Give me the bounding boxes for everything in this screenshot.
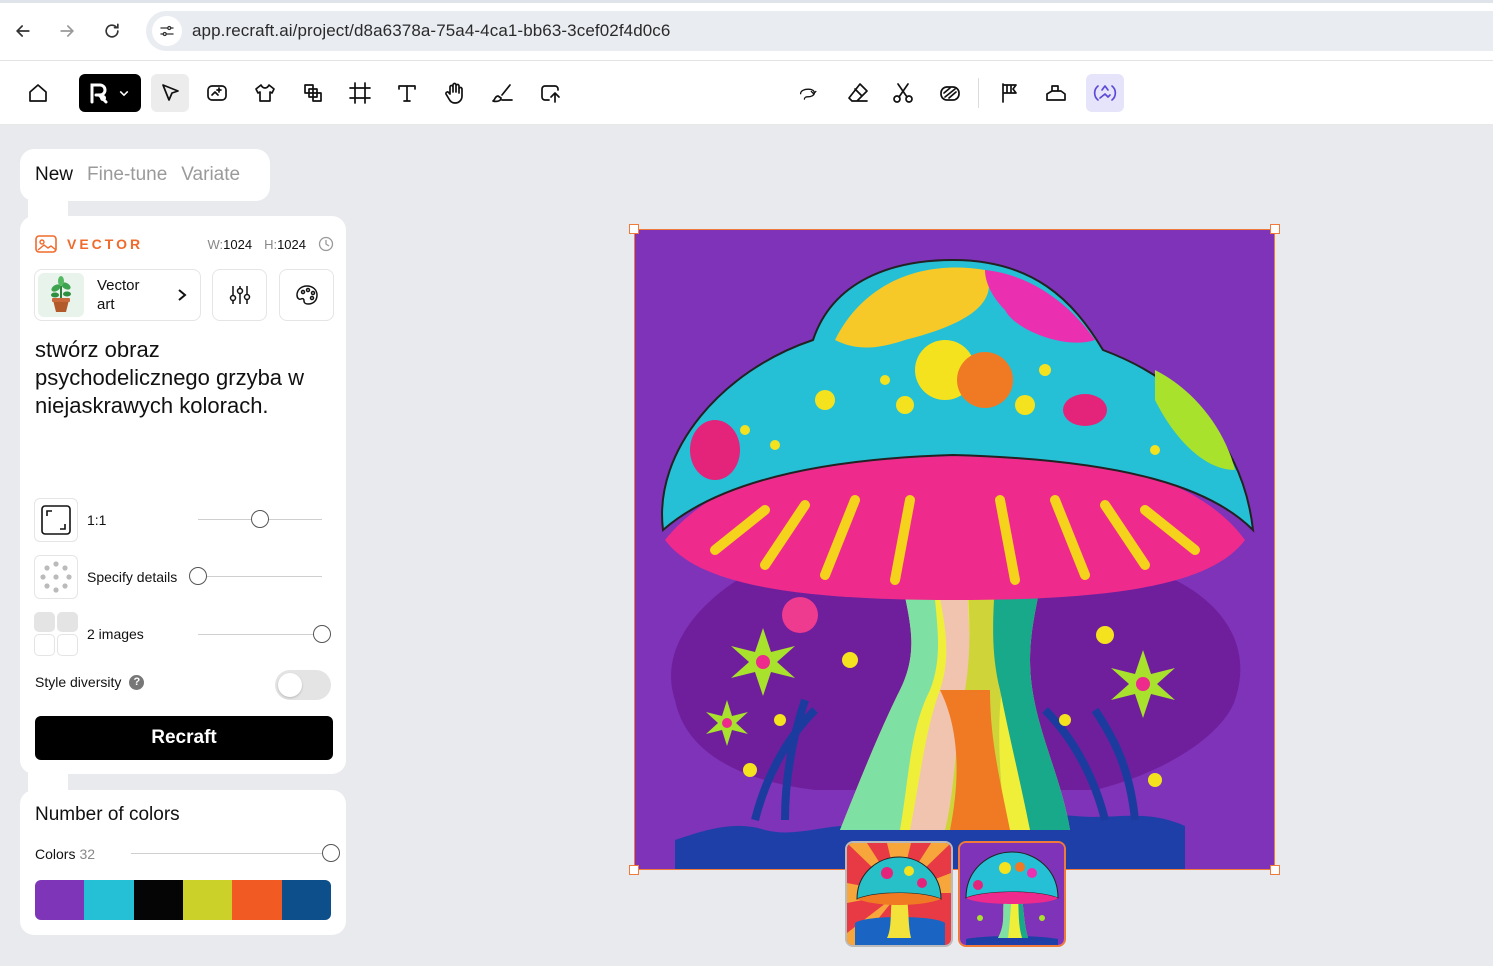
variant-thumbnail-1[interactable] — [845, 841, 953, 947]
aspect-ratio-icon[interactable] — [34, 498, 78, 542]
text-icon[interactable] — [388, 74, 426, 112]
logo-icon — [90, 83, 108, 104]
ai-edit-icon[interactable] — [1086, 74, 1124, 112]
images-grid-icon[interactable] — [34, 612, 78, 656]
style-diversity-row: Style diversity ? — [35, 674, 145, 690]
vector-type-icon[interactable] — [34, 233, 58, 255]
colors-knob[interactable] — [322, 844, 340, 862]
select-icon[interactable] — [151, 74, 189, 112]
image-icon[interactable] — [198, 74, 236, 112]
tab-strip-edge — [0, 0, 1493, 3]
variant-thumbnail-2[interactable] — [958, 841, 1066, 947]
address-bar[interactable]: app.recraft.ai/project/d8a6378a-75a4-4ca… — [146, 11, 1493, 51]
remove-bg-icon[interactable] — [931, 74, 969, 112]
palette-swatch-2[interactable] — [84, 880, 134, 920]
help-icon[interactable]: ? — [129, 674, 145, 690]
eraser-icon[interactable] — [839, 74, 877, 112]
chevron-down-icon — [119, 90, 129, 97]
tab-new[interactable]: New — [35, 164, 73, 186]
dimensions[interactable]: W:1024 H:1024 — [208, 236, 335, 252]
frame-icon[interactable] — [341, 74, 379, 112]
arrow-left-icon[interactable] — [8, 16, 38, 46]
details-knob[interactable] — [189, 567, 207, 585]
specify-details-row[interactable]: Specify details — [34, 555, 334, 599]
browser-bar: app.recraft.ai/project/d8a6378a-75a4-4ca… — [0, 0, 1493, 61]
specify-details-label: Specify details — [87, 569, 178, 585]
site-settings-icon[interactable] — [152, 16, 182, 46]
palette-swatch-4[interactable] — [182, 880, 233, 920]
export-icon[interactable] — [532, 74, 570, 112]
tab-fine-tune[interactable]: Fine-tune — [87, 164, 167, 186]
history-icon[interactable] — [318, 236, 334, 252]
variant-thumbnails — [845, 841, 1066, 947]
palette-swatch-6[interactable] — [281, 880, 331, 920]
palette-swatch-5[interactable] — [232, 880, 282, 920]
aspect-ratio-knob[interactable] — [251, 510, 269, 528]
mode-tabs: New Fine-tune Variate — [20, 149, 270, 201]
color-palette[interactable] — [35, 880, 331, 920]
resize-handle-nw[interactable] — [629, 224, 639, 234]
colors-count-label: Colors 32 — [35, 846, 96, 862]
lasso-icon[interactable] — [787, 74, 831, 112]
plant-icon — [38, 273, 84, 317]
settings-sliders-button[interactable] — [212, 269, 267, 321]
url-text: app.recraft.ai/project/d8a6378a-75a4-4ca… — [192, 21, 671, 40]
height-value: 1024 — [277, 236, 306, 252]
recraft-button[interactable]: Recraft — [35, 716, 333, 760]
resize-handle-ne[interactable] — [1270, 224, 1280, 234]
aspect-ratio-label: 1:1 — [87, 512, 107, 528]
mushroom-image — [635, 230, 1274, 869]
details-slider[interactable] — [189, 567, 322, 585]
height-label: H: — [264, 236, 278, 252]
images-knob[interactable] — [313, 625, 331, 643]
upscale-icon[interactable] — [990, 74, 1028, 112]
colors-panel: Number of colors Colors 32 — [20, 790, 346, 935]
scissors-icon[interactable] — [884, 74, 922, 112]
style-selector[interactable]: Vector art — [34, 269, 201, 321]
app-toolbar — [0, 61, 1493, 125]
aspect-ratio-row[interactable]: 1:1 — [34, 498, 334, 542]
reload-icon[interactable] — [97, 16, 127, 46]
resize-handle-sw[interactable] — [629, 865, 639, 875]
colors-slider[interactable] — [131, 844, 340, 862]
details-dots-icon[interactable] — [34, 555, 78, 599]
tab-variate[interactable]: Variate — [181, 164, 240, 186]
width-value: 1024 — [223, 236, 253, 252]
generation-panel: VECTOR W:1024 H:1024 Vector art stwórz o… — [20, 216, 346, 774]
width-label: W: — [207, 236, 224, 252]
sliders-icon — [229, 286, 250, 304]
palette-swatch-1[interactable] — [35, 880, 85, 920]
images-slider[interactable] — [198, 625, 331, 643]
palette-icon — [295, 285, 318, 305]
colors-title: Number of colors — [35, 804, 180, 825]
mockup-icon[interactable] — [246, 74, 284, 112]
colors-count: 32 — [79, 846, 96, 862]
palette-swatch-3[interactable] — [133, 880, 183, 920]
home-icon[interactable] — [19, 74, 57, 112]
aspect-ratio-slider[interactable] — [198, 510, 322, 528]
style-diversity-label: Style diversity — [35, 674, 122, 690]
chevron-right-icon — [178, 289, 187, 301]
brush-icon[interactable] — [484, 74, 522, 112]
images-count-label: 2 images — [87, 626, 144, 642]
style-diversity-toggle[interactable] — [275, 670, 331, 700]
prompt-text[interactable]: stwórz obraz psychodelicznego grzyba w n… — [35, 336, 335, 420]
style-name: Vector art — [97, 277, 140, 313]
model-row: VECTOR W:1024 H:1024 — [34, 234, 334, 254]
panel-connector-2 — [28, 773, 68, 791]
arrow-right-icon[interactable] — [52, 16, 82, 46]
logo-menu-button[interactable] — [79, 74, 141, 112]
color-palette-button[interactable] — [279, 269, 334, 321]
toolbar-divider — [978, 78, 979, 108]
canvas-artwork[interactable] — [634, 229, 1275, 870]
hand-icon[interactable] — [436, 74, 474, 112]
layers-icon[interactable] — [293, 74, 331, 112]
type-label[interactable]: VECTOR — [67, 236, 143, 252]
resize-handle-se[interactable] — [1270, 865, 1280, 875]
vectorize-icon[interactable] — [1037, 74, 1075, 112]
